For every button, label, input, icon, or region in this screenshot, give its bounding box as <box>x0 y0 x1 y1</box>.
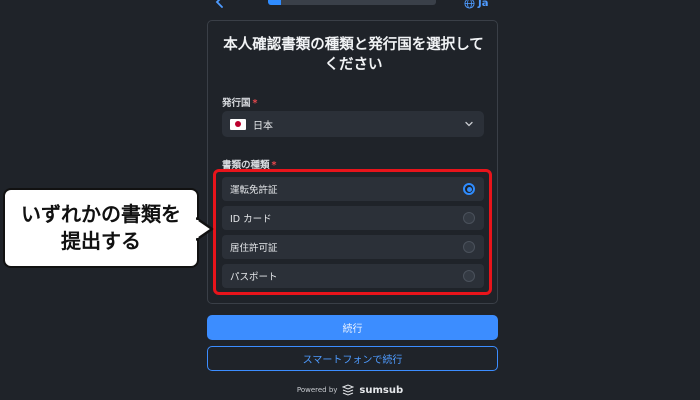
required-mark: * <box>252 98 258 109</box>
doc-type-options: 運転免許証 ID カード 居住許可証 パスポート <box>222 177 484 293</box>
country-label: 発行国 * <box>222 95 257 109</box>
page-title: 本人確認書類の種類と発行国を選択してください <box>223 37 484 73</box>
language-selector[interactable]: Ja <box>464 0 488 10</box>
annotation-callout: いずれかの書類を 提出する <box>3 188 199 268</box>
radio-button[interactable] <box>463 241 475 253</box>
country-select[interactable]: 日本 <box>222 111 484 137</box>
country-select-value: 日本 <box>253 120 273 132</box>
document-selection-card: 本人確認書類の種類と発行国を選択してください 発行国 * 日本 書類の種類 * 運転… <box>207 20 498 304</box>
callout-tail <box>196 217 214 241</box>
top-bar: Ja <box>0 0 700 12</box>
progress-bar <box>268 0 436 5</box>
chevron-down-icon <box>465 121 473 127</box>
continue-button[interactable]: 続行 <box>207 315 498 340</box>
chevron-left-icon[interactable] <box>212 0 228 10</box>
japan-flag-icon <box>230 118 246 130</box>
globe-icon <box>464 0 475 9</box>
doc-option-drivers-license[interactable]: 運転免許証 <box>222 177 484 201</box>
doc-option-id-card[interactable]: ID カード <box>222 206 484 230</box>
progress-bar-fill <box>268 0 282 5</box>
option-label: ID カード <box>230 214 272 225</box>
required-mark: * <box>271 160 277 171</box>
country-label-text: 発行国 <box>222 98 251 109</box>
radio-button[interactable] <box>463 270 475 282</box>
callout-line-2: 提出する <box>61 229 141 253</box>
radio-button[interactable] <box>463 212 475 224</box>
doc-option-residence-permit[interactable]: 居住許可証 <box>222 235 484 259</box>
sumsub-logo-icon <box>342 384 355 396</box>
powered-by-footer: Powered by sumsub <box>0 383 700 397</box>
option-label: 居住許可証 <box>230 243 278 254</box>
language-code: Ja <box>478 0 489 9</box>
continue-on-phone-button[interactable]: スマートフォンで続行 <box>207 346 498 371</box>
doc-type-label: 書類の種類 * <box>222 157 276 171</box>
option-label: 運転免許証 <box>230 185 278 196</box>
option-label: パスポート <box>230 272 278 283</box>
brand-name: sumsub <box>359 384 404 396</box>
doc-option-passport[interactable]: パスポート <box>222 264 484 288</box>
doc-type-label-text: 書類の種類 <box>222 160 270 171</box>
powered-by-text: Powered by <box>296 386 338 394</box>
radio-button[interactable] <box>463 183 475 195</box>
callout-line-1: いずれかの書類を <box>21 202 181 226</box>
